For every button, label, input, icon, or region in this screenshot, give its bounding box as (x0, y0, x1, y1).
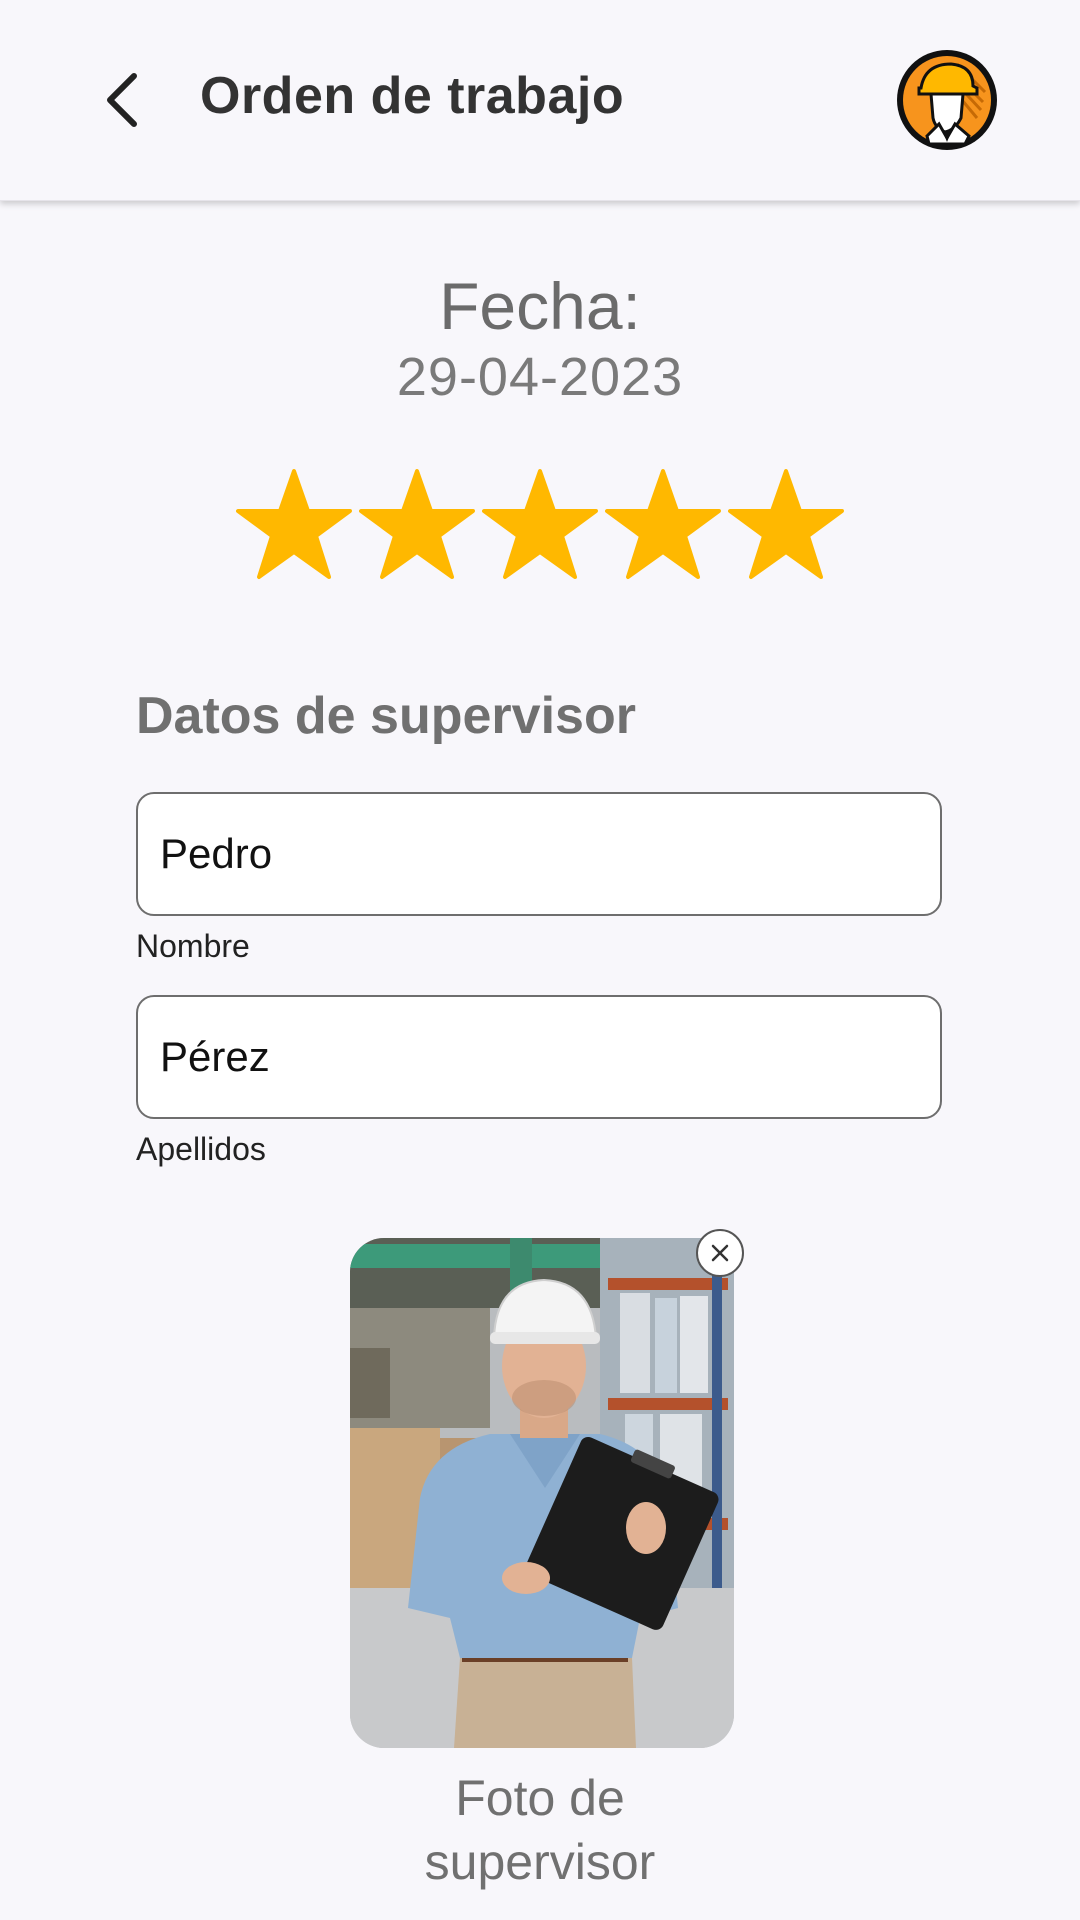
last-name-helper: Apellidos (136, 1131, 266, 1167)
photo-caption-line1: Foto de (455, 1770, 625, 1826)
star-icon[interactable] (605, 467, 721, 582)
app-bar: Orden de trabajo (0, 0, 1080, 201)
first-name-helper: Nombre (136, 928, 250, 964)
last-name-input[interactable] (138, 997, 940, 1117)
photo-caption-line2: supervisor (424, 1834, 656, 1890)
photo-caption: Foto de supervisor (0, 1766, 1080, 1894)
date-label: Fecha: (439, 269, 641, 343)
star-icon[interactable] (482, 467, 598, 582)
page-title: Orden de trabajo (200, 67, 625, 125)
first-name-input[interactable] (138, 794, 940, 914)
back-button[interactable] (92, 62, 152, 138)
profile-avatar-button[interactable] (895, 48, 999, 152)
first-name-field[interactable] (136, 792, 942, 916)
app-screen: Orden de trabajo Fecha: 29-04-2023 Datos… (0, 0, 1080, 1920)
rating-stars[interactable] (236, 467, 844, 582)
section-title-supervisor: Datos de supervisor (136, 687, 636, 745)
supervisor-photo (350, 1238, 734, 1748)
remove-photo-button[interactable] (696, 1229, 744, 1277)
close-icon (711, 1244, 729, 1262)
construction-worker-icon (897, 50, 997, 150)
star-icon[interactable] (728, 467, 844, 582)
star-icon[interactable] (236, 467, 352, 582)
chevron-left-icon (107, 73, 137, 127)
star-icon[interactable] (359, 467, 475, 582)
date-value: 29-04-2023 (396, 347, 684, 407)
last-name-field[interactable] (136, 995, 942, 1119)
